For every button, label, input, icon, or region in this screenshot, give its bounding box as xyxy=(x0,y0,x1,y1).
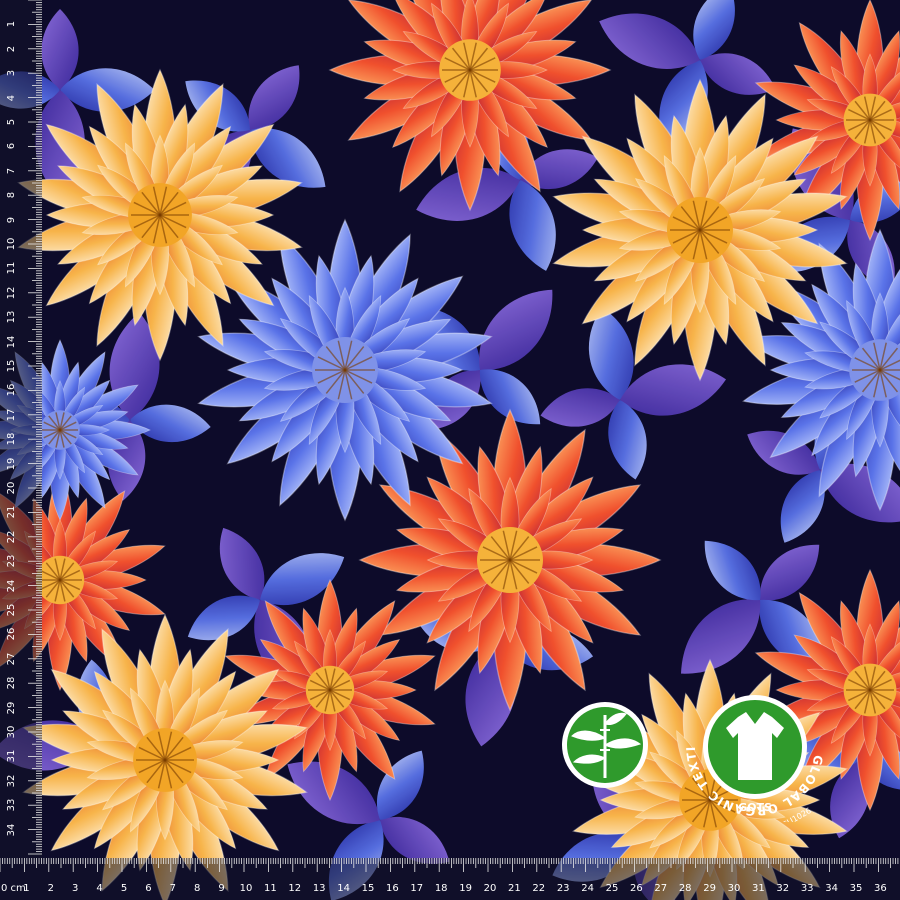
ruler-left-label: 12 xyxy=(6,286,17,300)
ruler-left-label: 2 xyxy=(6,45,17,52)
ruler-left-label: 28 xyxy=(6,676,17,690)
ruler-bottom-label: 16 xyxy=(386,883,399,894)
gots-code: CU1026 xyxy=(781,806,813,822)
ruler-bottom-label: 22 xyxy=(532,883,546,894)
ruler-left-label: 25 xyxy=(6,603,17,617)
ruler-left-label: 29 xyxy=(6,701,17,714)
ruler-bottom-label: 6 xyxy=(145,883,152,894)
ruler-bottom-label: 13 xyxy=(312,883,326,894)
ruler-left-label: 1 xyxy=(6,21,17,28)
ruler-left-label: 17 xyxy=(6,408,17,422)
ruler-left-label: 34 xyxy=(6,823,17,836)
ruler-bottom-label: 31 xyxy=(752,883,765,894)
ruler-left-label: 26 xyxy=(6,628,17,641)
ruler-bottom-label: 14 xyxy=(337,883,350,894)
ruler-left-label: 33 xyxy=(6,798,17,812)
ruler-bottom-label: 2 xyxy=(47,883,54,894)
ruler-left-label: 6 xyxy=(6,143,17,150)
ruler-left-label: 27 xyxy=(6,652,17,666)
gots-badge: GLOBAL ORGANIC TEXTILE STANDARD GOTS CU1… xyxy=(680,672,825,822)
ruler-left-label: 7 xyxy=(6,167,17,174)
ruler-bottom-ticks xyxy=(0,858,899,872)
ruler-bottom-label: 17 xyxy=(410,883,424,894)
ruler-bottom-label: 21 xyxy=(508,883,521,894)
ruler-bottom-label: 35 xyxy=(849,883,863,894)
ruler-left-label: 14 xyxy=(6,335,17,348)
ruler-left-label: 19 xyxy=(6,457,17,470)
ruler-bottom-label: 18 xyxy=(434,883,448,894)
ruler-bottom xyxy=(0,858,900,900)
ruler-bottom-label: 12 xyxy=(288,883,302,894)
ruler-left-label: 5 xyxy=(6,118,17,126)
ruler-left-label: 20 xyxy=(6,481,17,495)
ruler-bottom-label: 10 xyxy=(239,883,253,894)
bamboo-badge xyxy=(562,702,648,788)
ruler-left-label: 32 xyxy=(6,774,17,788)
ruler-bottom-label: 34 xyxy=(825,883,838,894)
ruler-left-label: 10 xyxy=(6,237,17,251)
ruler-bottom-label: 3 xyxy=(72,883,79,894)
ruler-bottom-label: 30 xyxy=(727,883,741,894)
ruler-bottom-label: 25 xyxy=(605,883,619,894)
ruler-left-label: 21 xyxy=(6,506,17,519)
ruler-left-label: 15 xyxy=(6,359,17,373)
ruler-bottom-label: 32 xyxy=(776,883,790,894)
ruler-bottom-label: 28 xyxy=(678,883,692,894)
ruler-bottom-label: 20 xyxy=(483,883,497,894)
ruler-left-label: 18 xyxy=(6,432,17,446)
ruler-left-label: 24 xyxy=(6,579,17,592)
ruler-bottom-label: 19 xyxy=(459,883,472,894)
gots-label: GOTS xyxy=(738,801,772,814)
ruler-left-label: 4 xyxy=(6,94,17,101)
ruler-bottom-label: 15 xyxy=(361,883,375,894)
ruler-bottom-label: 27 xyxy=(654,883,668,894)
ruler-left-label: 22 xyxy=(6,530,17,544)
ruler-bottom-label: 4 xyxy=(96,883,103,894)
ruler-bottom-label: 36 xyxy=(874,883,887,894)
ruler-left-label: 9 xyxy=(6,216,17,223)
ruler-left-label: 11 xyxy=(6,262,17,275)
ruler-left-label: 31 xyxy=(6,750,17,763)
ruler-bottom-label: 11 xyxy=(264,883,277,894)
ruler-bottom-label: 5 xyxy=(120,883,128,894)
ruler-left-label: 13 xyxy=(6,310,17,324)
ruler-bottom-label: 1 xyxy=(23,883,30,894)
ruler-left-label: 23 xyxy=(6,554,17,568)
ruler-bottom-label: 0 cm xyxy=(1,883,26,894)
ruler-bottom-label: 26 xyxy=(630,883,643,894)
ruler-left-label: 8 xyxy=(6,192,17,199)
ruler-bottom-label: 23 xyxy=(556,883,570,894)
ruler-bottom-label: 29 xyxy=(703,883,716,894)
ruler-bottom-label: 8 xyxy=(194,883,201,894)
ruler-bottom-label: 9 xyxy=(218,883,225,894)
ruler-bottom-label: 7 xyxy=(169,883,176,894)
ruler-bottom-label: 24 xyxy=(581,883,594,894)
ruler-left-label: 3 xyxy=(6,70,17,77)
ruler-bottom-label: 33 xyxy=(800,883,814,894)
ruler-left-label: 30 xyxy=(6,725,17,739)
ruler-left-label: 16 xyxy=(6,384,17,397)
